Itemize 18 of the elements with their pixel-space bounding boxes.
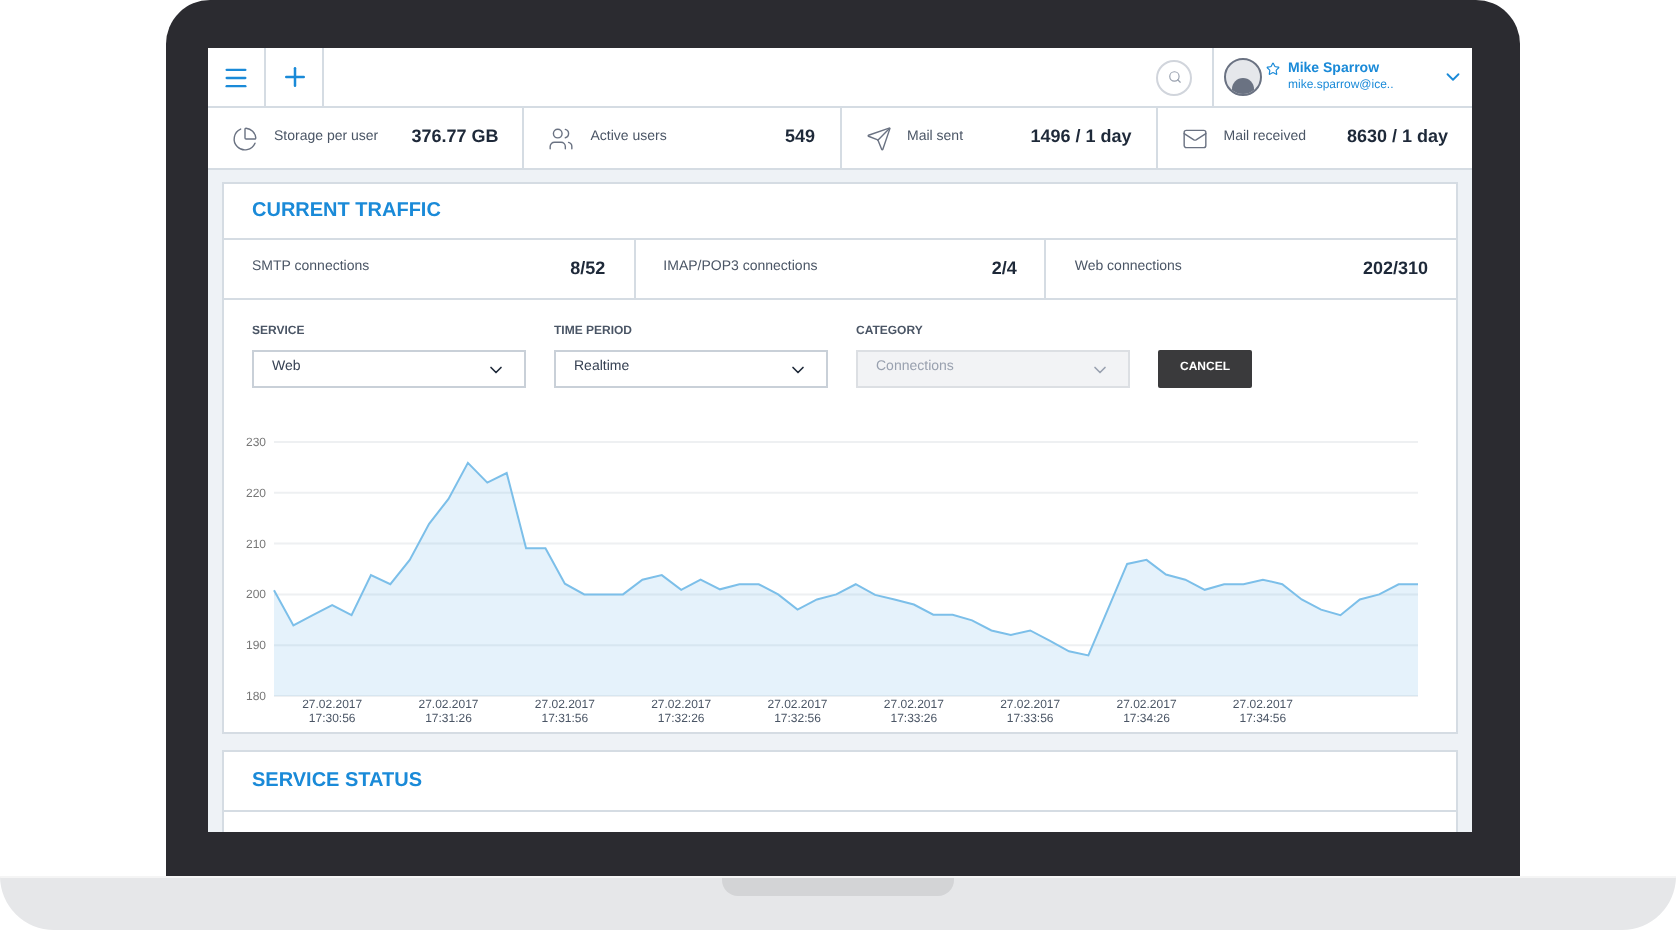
- connection-value: 8/52: [570, 255, 606, 282]
- stat-value: 376.77 GB: [411, 124, 499, 151]
- menu-icon: [222, 63, 250, 91]
- plus-icon: [279, 62, 309, 92]
- pie-chart-icon: [232, 125, 258, 151]
- stat-value: 1496 / 1 day: [1030, 124, 1132, 151]
- section-title: CURRENT TRAFFIC: [252, 198, 441, 226]
- paper-plane-icon: [865, 125, 891, 151]
- users-icon: [548, 125, 575, 151]
- connection-value: 202/310: [1362, 255, 1429, 282]
- stat-value: 549: [784, 124, 815, 151]
- envelope-icon: [1181, 125, 1208, 151]
- section-title: SERVICE STATUS: [252, 768, 423, 796]
- stat-value: 8630 / 1 day: [1346, 124, 1448, 151]
- star-icon: [1266, 62, 1280, 76]
- search-icon: [1167, 70, 1181, 84]
- avatar-icon: [1224, 58, 1262, 96]
- connection-value: 2/4: [991, 255, 1017, 282]
